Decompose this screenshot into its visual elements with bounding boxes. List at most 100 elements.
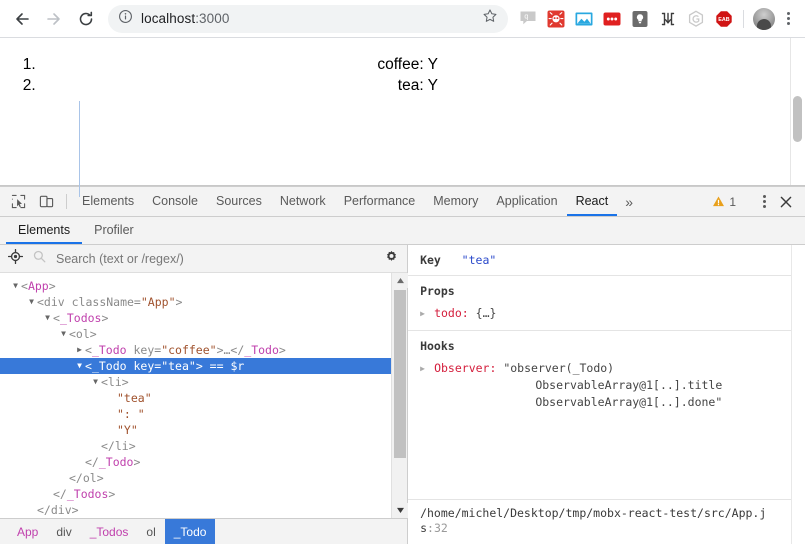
- reload-button[interactable]: [72, 5, 100, 33]
- key-section: Key "tea": [408, 245, 791, 276]
- forward-button[interactable]: [40, 5, 68, 33]
- tab-application[interactable]: Application: [487, 187, 566, 216]
- source-location[interactable]: /home/michel/Desktop/tmp/mobx-react-test…: [408, 499, 791, 544]
- tab-react[interactable]: React: [566, 187, 618, 216]
- scroll-up-arrow-icon[interactable]: [392, 273, 409, 288]
- collapse-triangle-icon[interactable]: ▼: [74, 358, 85, 374]
- tab-memory[interactable]: Memory: [424, 187, 487, 216]
- tab-elements[interactable]: Elements: [73, 187, 143, 216]
- red-spider-extension-icon[interactable]: [543, 6, 569, 32]
- page-scrollbar[interactable]: [790, 38, 805, 185]
- breadcrumb: App div _Todos ol _Todo: [0, 518, 408, 544]
- tree-row[interactable]: </div>: [0, 502, 391, 518]
- prop-row-todo[interactable]: ▶ todo: {…}: [420, 305, 779, 322]
- dark-bulb-extension-icon[interactable]: [627, 6, 653, 32]
- close-icon: [780, 196, 792, 207]
- tree-row[interactable]: ▼ <div className="App">: [0, 294, 391, 310]
- tree-row[interactable]: ▼ <ol>: [0, 326, 391, 342]
- site-info-icon[interactable]: [118, 9, 133, 29]
- breadcrumb-item-div[interactable]: div: [47, 519, 80, 544]
- menu-dot: [786, 17, 790, 20]
- hooks-section: Hooks ▶ Observer: "observer(_Todo) Obser…: [408, 331, 791, 419]
- component-tree[interactable]: ▼ <App> ▼ <div className="App"> ▼ <_Todos> ▼ <o…: [0, 101, 392, 518]
- blue-window-extension-icon[interactable]: [571, 6, 597, 32]
- collapse-triangle-icon[interactable]: ▼: [58, 326, 69, 342]
- props-title: Props: [420, 284, 455, 298]
- bracket-extension-icon[interactable]: [655, 6, 681, 32]
- tree-scrollbar[interactable]: [391, 273, 409, 518]
- inspect-element-button[interactable]: [4, 187, 32, 216]
- scroll-down-arrow-icon[interactable]: [392, 503, 409, 518]
- hook-value-line-3: ObservableArray@1[..].done": [535, 395, 723, 409]
- kebab-dot: [762, 205, 766, 208]
- key-label: Key: [420, 253, 441, 267]
- extension-toolbar: q EAB: [514, 6, 738, 32]
- tree-row[interactable]: ▼ <_Todo key="tea"> == $r: [0, 358, 392, 374]
- warning-badge[interactable]: 1: [706, 195, 742, 209]
- tree-row-label: "tea": [117, 391, 152, 405]
- breadcrumb-item-app[interactable]: App: [8, 519, 47, 544]
- detail-scrollbar[interactable]: [791, 245, 805, 544]
- tree-row[interactable]: ▶ <_Todo key="coffee">…</_Todo>: [0, 342, 391, 358]
- expand-triangle-icon[interactable]: ▶: [74, 342, 85, 358]
- expand-triangle-icon[interactable]: ▶: [420, 360, 434, 377]
- collapse-triangle-icon[interactable]: ▼: [10, 278, 21, 294]
- bookmark-star-icon[interactable]: [482, 8, 498, 29]
- more-tabs-button[interactable]: »: [617, 187, 641, 216]
- breadcrumb-item-ol[interactable]: ol: [137, 519, 164, 544]
- hook-row-observer[interactable]: ▶ Observer: "observer(_Todo) ObservableA…: [420, 360, 779, 411]
- red-dots-extension-icon[interactable]: [599, 6, 625, 32]
- todo-list: coffee: Y tea: Y: [0, 54, 790, 96]
- kebab-dot: [762, 195, 766, 198]
- tree-row[interactable]: ▼ <li>: [0, 374, 391, 390]
- component-detail-pane: Key "tea" Props ▶ todo: {…} Hooks ▶ Obse…: [408, 245, 791, 544]
- tree-scrollbar-thumb[interactable]: [394, 290, 407, 458]
- chrome-menu-button[interactable]: [779, 7, 797, 31]
- devtools-toolbar: Elements Console Sources Network Perform…: [0, 187, 805, 217]
- toolbar-divider: [743, 9, 744, 28]
- tree-row[interactable]: "tea": [0, 390, 391, 406]
- tab-sources[interactable]: Sources: [207, 187, 271, 216]
- subtab-elements[interactable]: Elements: [6, 217, 83, 244]
- tree-row[interactable]: "Y": [0, 422, 391, 438]
- collapse-triangle-icon[interactable]: ▼: [90, 374, 101, 390]
- page-content: coffee: Y tea: Y: [0, 38, 790, 185]
- search-input[interactable]: [54, 250, 385, 267]
- tree-row[interactable]: ▼ <App>: [0, 278, 391, 294]
- tree-row[interactable]: </_Todo>: [0, 454, 391, 470]
- subtab-profiler[interactable]: Profiler: [82, 217, 146, 244]
- page-scrollbar-thumb[interactable]: [793, 96, 802, 142]
- devtools-more-options-button[interactable]: [755, 195, 773, 208]
- tab-console[interactable]: Console: [143, 187, 207, 216]
- gear-icon[interactable]: [384, 249, 399, 269]
- reload-icon: [79, 11, 93, 25]
- expand-triangle-icon[interactable]: ▶: [420, 305, 434, 322]
- tab-performance[interactable]: Performance: [335, 187, 425, 216]
- tree-scroll-wrap: ▼ <App> ▼ <div className="App"> ▼ <_Todos> ▼ <o…: [0, 101, 409, 518]
- tab-network[interactable]: Network: [271, 187, 335, 216]
- back-button[interactable]: [8, 5, 36, 33]
- tree-row[interactable]: </ol>: [0, 470, 391, 486]
- breadcrumb-item-todo[interactable]: _Todo: [164, 519, 216, 544]
- tree-row-label: <_Todo key="coffee">…</_Todo>: [85, 343, 286, 357]
- url-port: :3000: [195, 11, 230, 26]
- speech-bubble-extension-icon[interactable]: q: [515, 6, 541, 32]
- collapse-triangle-icon[interactable]: ▼: [42, 310, 53, 326]
- address-bar[interactable]: localhost:3000: [108, 4, 508, 33]
- todo-item: coffee: Y: [40, 54, 790, 75]
- tree-row[interactable]: </_Todos>: [0, 486, 391, 502]
- toolbar-separator: [66, 194, 67, 209]
- gray-hex-extension-icon[interactable]: [683, 6, 709, 32]
- breadcrumb-item-todos[interactable]: _Todos: [81, 519, 138, 544]
- device-toolbar-toggle-button[interactable]: [32, 187, 60, 216]
- devtools-close-button[interactable]: [773, 195, 799, 209]
- profile-avatar[interactable]: [753, 7, 775, 30]
- select-element-icon[interactable]: [7, 248, 24, 269]
- tree-row[interactable]: ▼ <_Todos>: [0, 310, 391, 326]
- ead-stop-sign-extension-icon[interactable]: EAB: [711, 6, 737, 32]
- tree-row-label: ": ": [117, 407, 145, 421]
- tree-row[interactable]: ": ": [0, 406, 391, 422]
- forward-arrow-icon: [47, 12, 60, 25]
- tree-row[interactable]: </li>: [0, 438, 391, 454]
- collapse-triangle-icon[interactable]: ▼: [26, 294, 37, 310]
